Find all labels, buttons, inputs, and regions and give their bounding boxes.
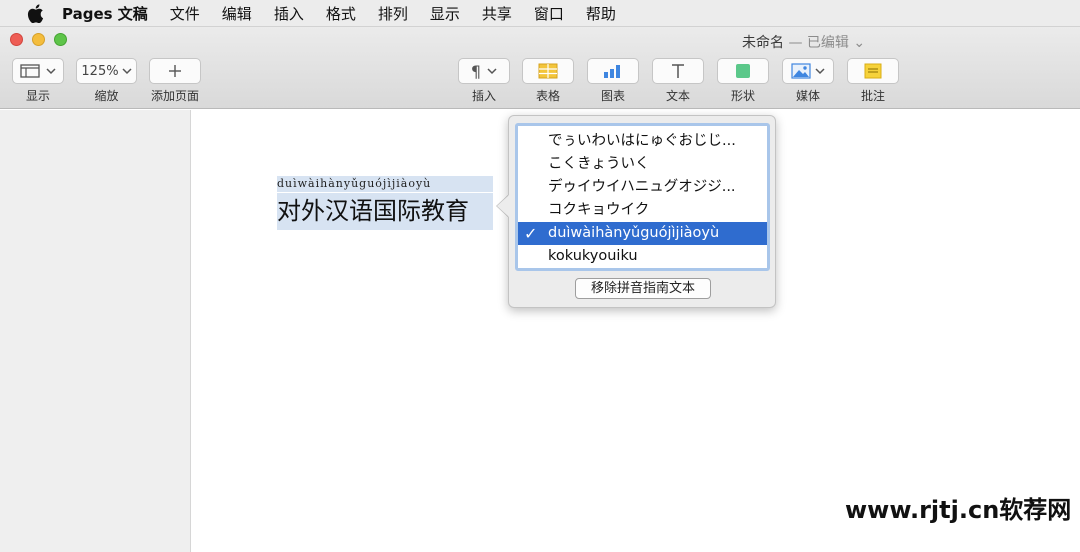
chevron-down-icon [487,68,497,75]
plus-icon [169,65,181,77]
phonetic-option[interactable]: でぅいわいはにゅぐおじじ... [518,130,767,153]
minimize-window-button[interactable] [32,33,45,46]
option-label: duìwàihànyǔguójìjiàoyù [548,225,720,241]
chevron-down-icon [122,68,132,75]
apple-menu-icon[interactable] [22,3,48,23]
comment-label: 批注 [860,89,885,103]
view-sidebar-icon [20,64,40,78]
menu-view[interactable]: 显示 [430,3,460,24]
phonetic-guide-popover: でぅいわいはにゅぐおじじ... こくきょういく デゥイウイハニュグオジジ... … [508,115,776,308]
menu-edit[interactable]: 编辑 [222,3,252,24]
popover-arrow [497,195,509,217]
menu-insert[interactable]: 插入 [274,3,304,24]
option-label: コクキョウイク [548,202,650,218]
chart-label: 图表 [600,89,625,103]
image-icon [791,63,811,79]
add-page-label: 添加页面 [150,89,199,103]
menu-help[interactable]: 帮助 [586,3,616,24]
chart-button[interactable] [587,58,639,84]
view-button[interactable] [12,58,64,84]
insert-button[interactable]: ¶ [458,58,510,84]
chevron-down-icon [46,68,56,75]
comment-button[interactable] [847,58,899,84]
table-button[interactable] [522,58,574,84]
shape-label: 形状 [730,89,755,103]
table-label: 表格 [535,89,560,103]
table-icon [538,63,558,79]
text-label: 文本 [665,89,690,103]
option-label: デゥイウイハニュグオジジ... [548,179,736,195]
remove-phonetic-guide-button[interactable]: 移除拼音指南文本 [575,278,711,299]
menu-bar: Pages 文稿 文件 编辑 插入 格式 排列 显示 共享 窗口 帮助 [0,0,1080,27]
window-toolbar: 未命名 — 已编辑 ⌄ 显示 125% 缩放 添加页面 ¶ 插入 表格 图表 文… [0,27,1080,109]
phonetic-options-list[interactable]: でぅいわいはにゅぐおじじ... こくきょういく デゥイウイハニュグオジジ... … [515,123,770,271]
shape-icon [736,64,750,78]
option-label: kokukyouiku [548,248,638,264]
text-icon [672,64,684,78]
phonetic-option[interactable]: kokukyouiku [518,245,767,268]
phonetic-option[interactable]: デゥイウイハニュグオジジ... [518,176,767,199]
media-button[interactable] [782,58,834,84]
phonetic-guide-text[interactable]: duìwàihànyǔguójìjiàoyù [277,176,493,192]
chevron-down-icon [815,68,825,75]
phonetic-option[interactable]: コクキョウイク [518,199,767,222]
menu-share[interactable]: 共享 [482,3,512,24]
document-name: 未命名 [742,35,784,51]
menu-file[interactable]: 文件 [170,3,200,24]
fullscreen-window-button[interactable] [54,33,67,46]
selected-document-text[interactable]: 对外汉语国际教育 [277,193,493,230]
phonetic-option[interactable]: こくきょういく [518,153,767,176]
shape-button[interactable] [717,58,769,84]
add-page-button[interactable] [149,58,201,84]
menu-arrange[interactable]: 排列 [378,3,408,24]
chevron-down-icon: ⌄ [853,35,866,51]
text-button[interactable] [652,58,704,84]
menu-app-pages[interactable]: Pages 文稿 [62,3,148,24]
pilcrow-icon: ¶ [470,61,482,81]
menu-format[interactable]: 格式 [326,3,356,24]
zoom-label: 缩放 [94,89,119,103]
comment-note-icon [864,63,882,79]
page-thumbnail-sidebar[interactable] [0,110,191,552]
media-label: 媒体 [795,89,820,103]
menu-window[interactable]: 窗口 [534,3,564,24]
phonetic-option-selected[interactable]: ✓ duìwàihànyǔguójìjiàoyù [518,222,767,245]
checkmark-icon: ✓ [524,224,538,243]
document-title[interactable]: 未命名 — 已编辑 ⌄ [742,32,865,52]
zoom-value: 125% [81,63,119,79]
document-status: — 已编辑 [788,35,849,51]
insert-label: 插入 [471,89,496,103]
option-label: でぅいわいはにゅぐおじじ... [548,133,736,149]
close-window-button[interactable] [10,33,23,46]
watermark: www.rjtj.cn软荐网 [845,496,1072,524]
zoom-select[interactable]: 125% [76,58,137,84]
window-controls [10,33,67,46]
view-label: 显示 [25,89,50,103]
option-label: こくきょういく [548,156,650,172]
bar-chart-icon [604,65,620,78]
